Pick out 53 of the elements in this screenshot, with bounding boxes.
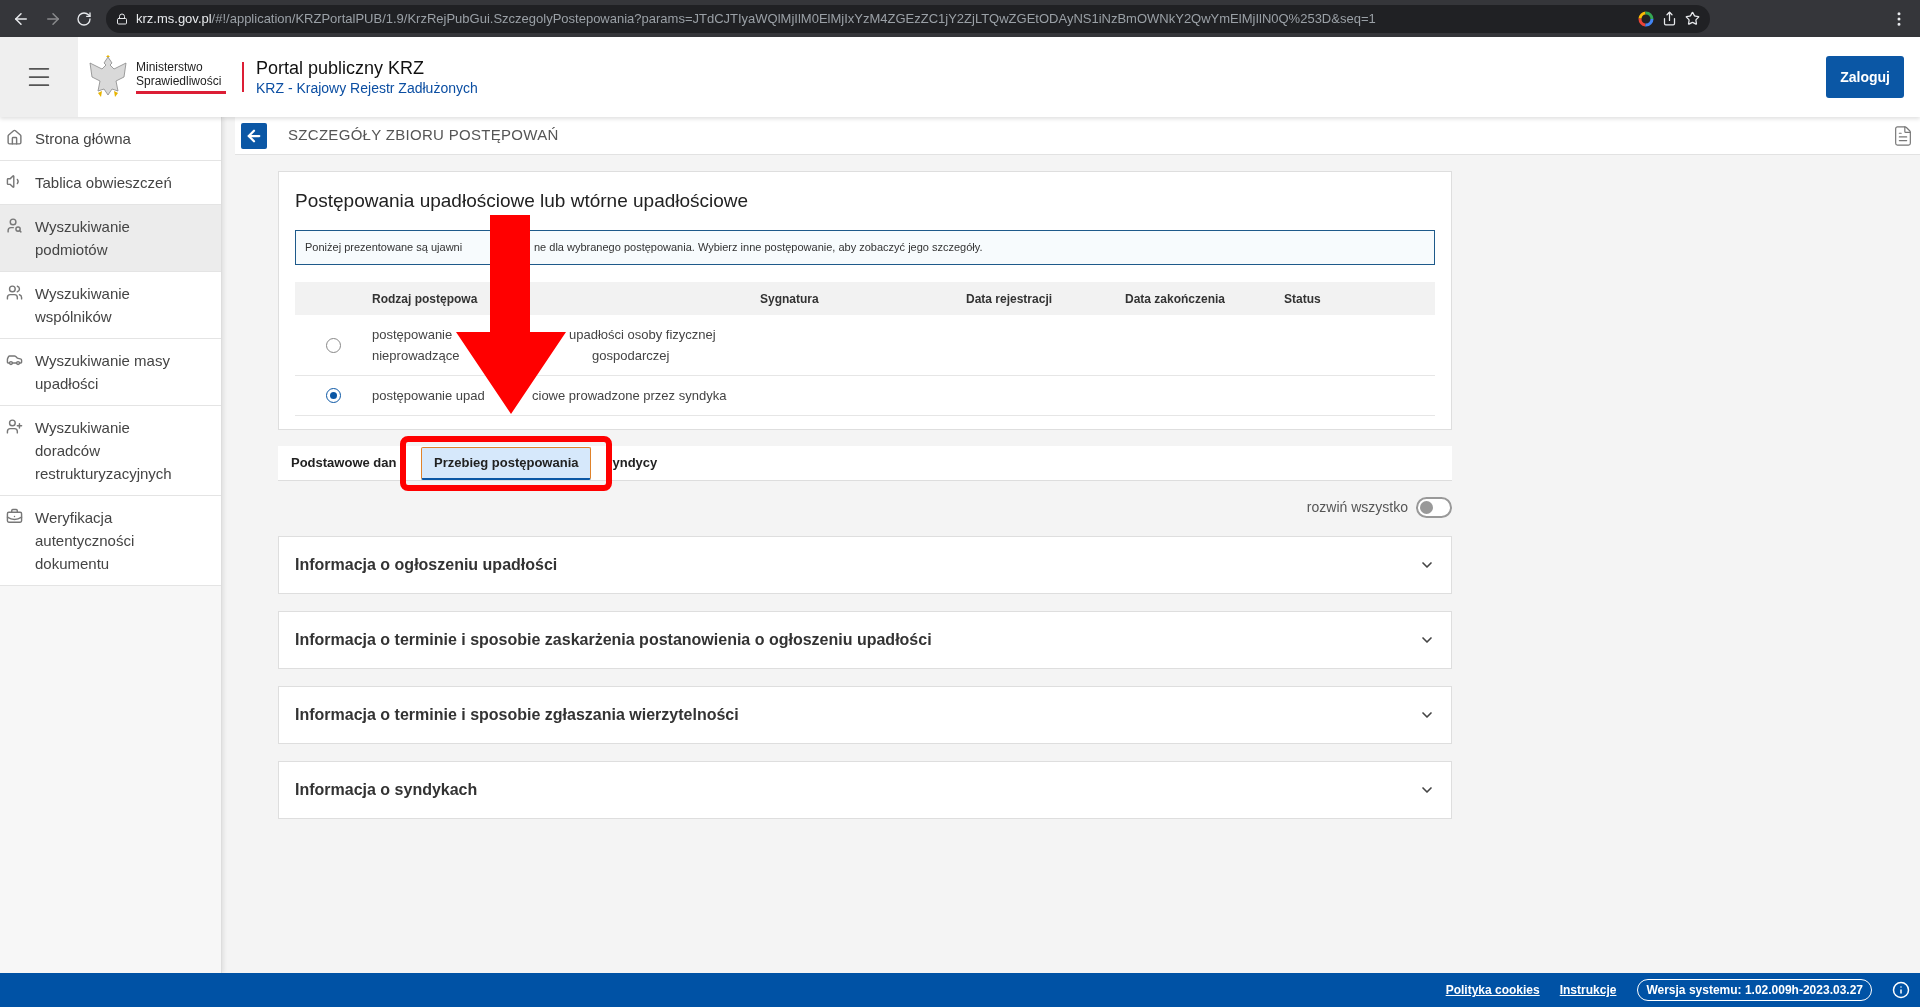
table-cell-text: gospodarczej [592, 347, 670, 365]
table-cell: postępowanie upad [372, 388, 485, 403]
portal-subtitle: KRZ - Krajowy Rejestr Zadłużonych [256, 79, 478, 97]
sidebar-item[interactable]: Tablica obwieszczeń [0, 161, 221, 205]
back-button[interactable] [241, 122, 267, 149]
portal-title: Portal publiczny KRZ [256, 57, 426, 79]
column-header: Status [1284, 291, 1321, 306]
colored-ring-icon [1638, 10, 1654, 27]
table-cell-text: upadłości osoby fizycznej [569, 326, 716, 344]
document-icon[interactable] [1892, 124, 1914, 147]
address-bar[interactable]: krz.ms.gov.pl/#!/application/KRZPortalPUB/1.9/KrzRejPubGui.SzczegolyPostepowania?params=JTdCJTIyaWQlMjIlM0ElMjIxYzM4ZGEzZC1jY2ZjLTQwZGEtODAyNS1iNzBmOWNkY2QwYmElMjIlN0Q%253D&seq=1 [106, 4, 1710, 33]
person-search-icon [6, 217, 23, 234]
home-icon [6, 129, 23, 146]
table-cell: postępowanie [372, 327, 453, 342]
tab[interactable]: Podstawowe dan [291, 453, 400, 473]
sidebar-item[interactable]: Weryfikacja autentyczności dokumentu [0, 496, 221, 586]
column-header: Rodzaj postępowa [372, 291, 478, 306]
footer-link[interactable]: Polityka cookies [1445, 981, 1540, 999]
column-header: Data rejestracji [966, 291, 1053, 306]
lock-icon [116, 12, 128, 25]
sidebar-item[interactable]: Strona główna [0, 117, 221, 161]
info-text: ne dla wybranego postępowania. Wybierz inne postępowanie, aby zobaczyć jego szczegóły. [534, 240, 983, 256]
person-add-icon [6, 418, 23, 435]
table-cell: nieprowadzące [372, 348, 460, 363]
page-title: SZCZEGÓŁY ZBIORU POSTĘPOWAŃ [288, 125, 559, 146]
sidebar-item[interactable]: Wyszukiwanie podmiotów [0, 205, 221, 272]
url-text: krz.ms.gov.pl/#!/application/KRZPortalPUB/1.9/KrzRejPubGui.SzczegolyPostepowania?params=JTdCJTIyaWQlMjIlM0ElMjIxYzM4ZGEzZC1jY2ZjLTQwZGEtODAyNS1iNzBmOWNkY2QwYmElMjIlN0Q%253D&seq=1 [136, 9, 1376, 28]
ministry-name: Ministerstwo Sprawiedliwości [136, 60, 223, 88]
star-icon[interactable] [1685, 11, 1700, 26]
accordion-header[interactable]: Informacja o ogłoszeniu upadłości [278, 536, 1452, 594]
eagle-drawing [88, 55, 128, 99]
tab[interactable]: Przebieg postępowania [421, 446, 592, 480]
share-icon[interactable] [1662, 11, 1677, 26]
column-header: Sygnatura [760, 291, 819, 306]
toggle-label: rozwiń wszystko [1306, 498, 1408, 517]
people-icon [6, 284, 23, 301]
accordion-header[interactable]: Informacja o syndykach [278, 761, 1452, 819]
accordion-header[interactable]: Informacja o terminie i sposobie zaskarżenia postanowienia o ogłoszeniu upadłości [278, 611, 1452, 669]
reload-icon[interactable] [76, 10, 92, 27]
info-icon[interactable] [1892, 981, 1910, 999]
sidebar-item[interactable]: Wyszukiwanie wspólników [0, 272, 221, 339]
footer-link[interactable]: Instrukcje [1559, 981, 1617, 999]
briefcase-icon [6, 508, 23, 525]
accordion-header[interactable]: Informacja o terminie i sposobie zgłaszania wierzytelności [278, 686, 1452, 744]
info-text: Poniżej prezentowane są ujawni [305, 241, 463, 254]
tab[interactable]: yndycy [612, 453, 658, 473]
section-title: Postępowania upadłościowe lub wtórne upadłościowe [295, 189, 750, 213]
sidebar-item[interactable]: Wyszukiwanie masy upadłości [0, 339, 221, 406]
column-header: Data zakończenia [1125, 291, 1226, 306]
login-button[interactable]: Zaloguj [1826, 56, 1904, 98]
toggle-switch[interactable] [1416, 497, 1452, 518]
sidebar-item[interactable]: Wyszukiwanie doradców restrukturyzacyjnych [0, 406, 221, 496]
table-cell-text: ciowe prowadzone przez syndyka [532, 387, 727, 405]
